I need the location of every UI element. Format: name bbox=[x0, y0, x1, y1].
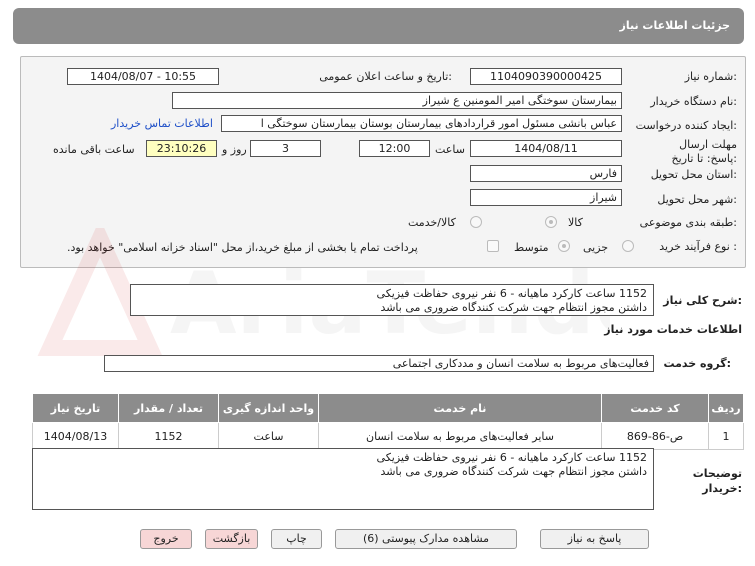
col-need-date: تاریخ نیاز bbox=[32, 393, 119, 423]
province-label: استان محل تحویل: bbox=[650, 168, 737, 181]
deadline-label: مهلت ارسال پاسخ: تا تاریخ: bbox=[671, 138, 737, 165]
view-attachments-button[interactable]: مشاهده مدارک پیوستی (6) bbox=[335, 529, 517, 549]
announce-field: 1404/08/07 - 10:55 bbox=[67, 68, 219, 85]
province-field: فارس bbox=[470, 165, 622, 182]
col-service-name: نام خدمت bbox=[318, 393, 602, 423]
announce-label: تاریخ و ساعت اعلان عمومی: bbox=[319, 70, 452, 83]
remaining-label: ساعت باقی مانده bbox=[53, 143, 135, 156]
need-number-field: 1104090390000425 bbox=[470, 68, 622, 85]
requester-field: عباس بانشی مسئول امور قراردادهای بیمارست… bbox=[221, 115, 622, 132]
notes-line-2: داشتن مجوز انتظام جهت شرکت کنندگاه ضروری… bbox=[380, 465, 647, 478]
need-number-label: شماره نیاز: bbox=[684, 70, 737, 83]
col-quantity: تعداد / مقدار bbox=[118, 393, 219, 423]
cell-service-name: سایر فعالیت‌های مربوط به سلامت انسان bbox=[318, 422, 602, 450]
countdown-field: 23:10:26 bbox=[146, 140, 217, 157]
city-field: شیراز bbox=[470, 189, 622, 206]
table-header-row: ردیف کد خدمت نام خدمت واحد اندازه گیری ت… bbox=[32, 393, 744, 423]
print-button[interactable]: چاپ bbox=[271, 529, 322, 549]
cell-unit: ساعت bbox=[218, 422, 319, 450]
process-partial-radio[interactable] bbox=[622, 240, 634, 252]
col-unit: واحد اندازه گیری bbox=[218, 393, 319, 423]
cell-row-no: 1 bbox=[708, 422, 744, 450]
category-label: طبقه بندی موضوعی: bbox=[639, 216, 737, 229]
cell-quantity: 1152 bbox=[118, 422, 219, 450]
time-label: ساعت bbox=[435, 143, 465, 156]
summary-label: شرح کلی نیاز: bbox=[663, 294, 742, 307]
buyer-contact-link[interactable]: اطلاعات تماس خریدار bbox=[111, 117, 213, 130]
process-label: نوع فرآیند خرید : bbox=[659, 240, 737, 253]
buyer-org-field: بیمارستان سوختگی امیر المومنین ع شیراز bbox=[172, 92, 622, 109]
days-label: روز و bbox=[222, 143, 247, 156]
service-group-label: گروه خدمت: bbox=[663, 357, 731, 370]
page-header: جزئیات اطلاعات نیاز bbox=[13, 8, 744, 44]
category-goods-radio[interactable] bbox=[545, 216, 557, 228]
city-label: شهر محل تحویل: bbox=[657, 193, 737, 206]
services-section-title: اطلاعات خدمات مورد نیاز bbox=[604, 323, 742, 336]
requester-label: ایجاد کننده درخواست: bbox=[635, 119, 737, 132]
deadline-time-field: 12:00 bbox=[359, 140, 430, 157]
table-row: 1 ص-86-869 سایر فعالیت‌های مربوط به سلام… bbox=[32, 422, 744, 450]
buyer-notes-label: توضیحات خریدار: bbox=[692, 467, 742, 495]
col-row-no: ردیف bbox=[708, 393, 744, 423]
back-button[interactable]: بازگشت bbox=[205, 529, 258, 549]
summary-line-2: داشتن مجوز انتظام جهت شرکت کنندگاه ضروری… bbox=[380, 301, 647, 314]
buyer-org-label: نام دستگاه خریدار: bbox=[650, 95, 737, 108]
summary-line-1: 1152 ساعت کارکرد ماهیانه - 6 نفر نیروی ح… bbox=[376, 287, 647, 300]
cell-service-code: ص-86-869 bbox=[601, 422, 709, 450]
buyer-notes-textarea[interactable]: 1152 ساعت کارکرد ماهیانه - 6 نفر نیروی ح… bbox=[32, 448, 654, 510]
page-title: جزئیات اطلاعات نیاز bbox=[619, 19, 731, 32]
services-table: ردیف کد خدمت نام خدمت واحد اندازه گیری ت… bbox=[32, 393, 744, 450]
col-service-code: کد خدمت bbox=[601, 393, 709, 423]
service-group-field: فعالیت‌های مربوط به سلامت انسان و مددکار… bbox=[104, 355, 654, 372]
summary-textarea[interactable]: 1152 ساعت کارکرد ماهیانه - 6 نفر نیروی ح… bbox=[130, 284, 654, 316]
days-field: 3 bbox=[250, 140, 321, 157]
notes-line-1: 1152 ساعت کارکرد ماهیانه - 6 نفر نیروی ح… bbox=[376, 451, 647, 464]
cell-need-date: 1404/08/13 bbox=[32, 422, 119, 450]
deadline-date-field: 1404/08/11 bbox=[470, 140, 622, 157]
exit-button[interactable]: خروج bbox=[140, 529, 192, 549]
category-goods-service-radio[interactable] bbox=[470, 216, 482, 228]
reply-button[interactable]: پاسخ به نیاز bbox=[540, 529, 649, 549]
